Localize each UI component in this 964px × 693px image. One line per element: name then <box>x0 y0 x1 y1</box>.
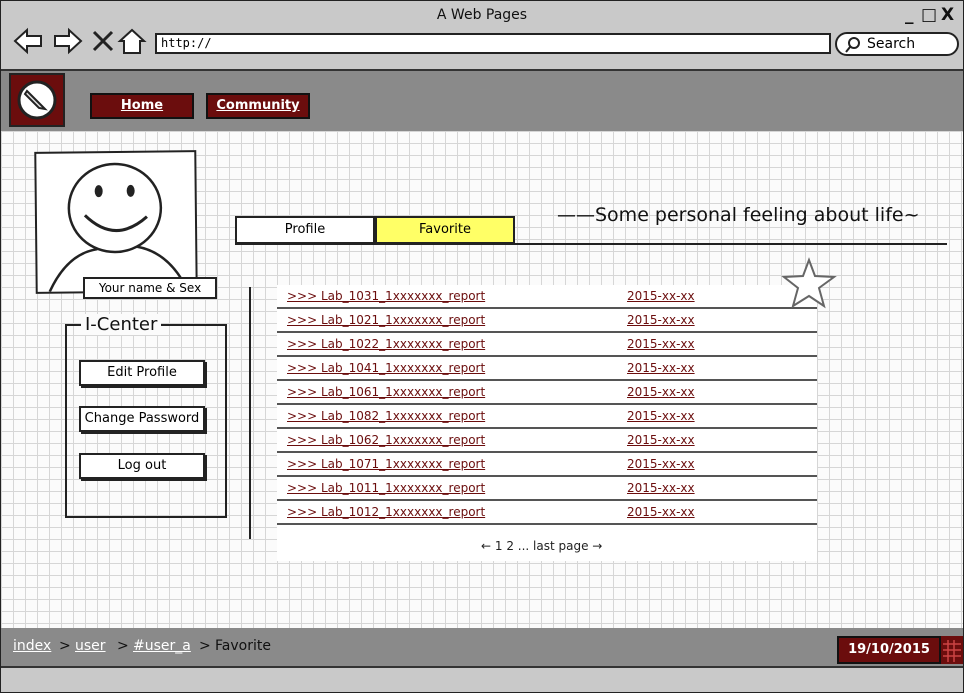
report-link[interactable]: >>> Lab_1061_1xxxxxxx_report <box>287 385 485 399</box>
back-arrow-icon[interactable] <box>13 27 43 55</box>
icenter-panel: I-Center Edit Profile Change Password Lo… <box>65 314 227 518</box>
report-link[interactable]: >>> Lab_1062_1xxxxxxx_report <box>287 433 485 447</box>
tab-divider <box>235 243 947 245</box>
report-date: 2015-xx-xx <box>627 433 695 447</box>
report-date: 2015-xx-xx <box>627 313 695 327</box>
list-item[interactable]: >>> Lab_1071_1xxxxxxx_report 2015-xx-xx <box>277 453 817 477</box>
browser-statusbar <box>1 666 963 692</box>
name-sex-label: Your name & Sex <box>83 277 217 299</box>
breadcrumb-user[interactable]: user <box>75 638 106 654</box>
report-link[interactable]: >>> Lab_1011_1xxxxxxx_report <box>287 481 485 495</box>
report-link[interactable]: >>> Lab_1022_1xxxxxxx_report <box>287 337 485 351</box>
nav-home[interactable]: Home <box>90 93 194 119</box>
report-date: 2015-xx-xx <box>627 385 695 399</box>
browser-window: A Web Pages _ □ X http:// Search Home Co… <box>0 0 964 693</box>
star-icon[interactable] <box>781 257 837 309</box>
footer-bar: index > user > #user_a > Favorite 19/10/… <box>1 628 963 666</box>
report-date: 2015-xx-xx <box>627 457 695 471</box>
breadcrumb-user-a[interactable]: #user_a <box>133 638 191 654</box>
nav-community[interactable]: Community <box>206 93 310 119</box>
list-item[interactable]: >>> Lab_1011_1xxxxxxx_report 2015-xx-xx <box>277 477 817 501</box>
tab-favorite[interactable]: Favorite <box>375 216 515 244</box>
breadcrumb-separator: > <box>117 638 129 654</box>
report-date: 2015-xx-xx <box>627 409 695 423</box>
breadcrumb-separator: > <box>59 638 71 654</box>
breadcrumb-index[interactable]: index <box>13 638 51 654</box>
list-item[interactable]: >>> Lab_1062_1xxxxxxx_report 2015-xx-xx <box>277 429 817 453</box>
edit-profile-button[interactable]: Edit Profile <box>79 360 205 386</box>
report-link[interactable]: >>> Lab_1082_1xxxxxxx_report <box>287 409 485 423</box>
list-item[interactable]: >>> Lab_1041_1xxxxxxx_report 2015-xx-xx <box>277 357 817 381</box>
forward-arrow-icon[interactable] <box>53 27 83 55</box>
report-link[interactable]: >>> Lab_1071_1xxxxxxx_report <box>287 457 485 471</box>
calendar-icon[interactable] <box>941 636 963 664</box>
avatar <box>34 150 198 294</box>
list-item[interactable]: >>> Lab_1012_1xxxxxxx_report 2015-xx-xx <box>277 501 817 525</box>
main-content: Your name & Sex I-Center Edit Profile Ch… <box>1 131 963 628</box>
change-password-button[interactable]: Change Password <box>79 406 205 432</box>
minimize-button[interactable]: _ <box>905 5 914 25</box>
maximize-button[interactable]: □ <box>921 5 937 25</box>
report-link[interactable]: >>> Lab_1041_1xxxxxxx_report <box>287 361 485 375</box>
window-title: A Web Pages <box>436 7 528 23</box>
close-window-button[interactable]: X <box>941 5 954 25</box>
list-item[interactable]: >>> Lab_1031_1xxxxxxx_report 2015-xx-xx <box>277 285 817 309</box>
browser-titlebar: A Web Pages _ □ X http:// Search <box>1 1 963 71</box>
icenter-title: I-Center <box>81 314 162 335</box>
app-header: Home Community <box>1 71 963 131</box>
search-input[interactable]: Search <box>835 32 959 56</box>
report-link[interactable]: >>> Lab_1021_1xxxxxxx_report <box>287 313 485 327</box>
pagination[interactable]: ← 1 2 ... last page → <box>277 539 877 553</box>
url-input[interactable]: http:// <box>155 33 831 54</box>
favorites-list: >>> Lab_1031_1xxxxxxx_report 2015-xx-xx … <box>277 285 817 561</box>
smiley-face-icon <box>48 162 189 293</box>
report-date: 2015-xx-xx <box>627 337 695 351</box>
list-item[interactable]: >>> Lab_1022_1xxxxxxx_report 2015-xx-xx <box>277 333 817 357</box>
tab-profile[interactable]: Profile <box>235 216 375 244</box>
pencil-logo-icon[interactable] <box>9 73 65 127</box>
search-label: Search <box>867 36 916 52</box>
breadcrumb-separator: > <box>199 638 211 654</box>
list-item[interactable]: >>> Lab_1061_1xxxxxxx_report 2015-xx-xx <box>277 381 817 405</box>
tagline: ——Some personal feeling about life~ <box>557 204 920 226</box>
date-badge: 19/10/2015 <box>837 636 941 664</box>
report-link[interactable]: >>> Lab_1031_1xxxxxxx_report <box>287 289 485 303</box>
close-x-icon[interactable] <box>89 27 119 55</box>
list-side-divider <box>249 287 251 539</box>
report-link[interactable]: >>> Lab_1012_1xxxxxxx_report <box>287 505 485 519</box>
search-icon <box>845 37 860 53</box>
report-date: 2015-xx-xx <box>627 361 695 375</box>
list-item[interactable]: >>> Lab_1082_1xxxxxxx_report 2015-xx-xx <box>277 405 817 429</box>
report-date: 2015-xx-xx <box>627 481 695 495</box>
report-date: 2015-xx-xx <box>627 289 695 303</box>
report-date: 2015-xx-xx <box>627 505 695 519</box>
breadcrumb-current: Favorite <box>215 638 271 654</box>
list-item[interactable]: >>> Lab_1021_1xxxxxxx_report 2015-xx-xx <box>277 309 817 333</box>
home-icon[interactable] <box>117 27 147 55</box>
log-out-button[interactable]: Log out <box>79 453 205 479</box>
